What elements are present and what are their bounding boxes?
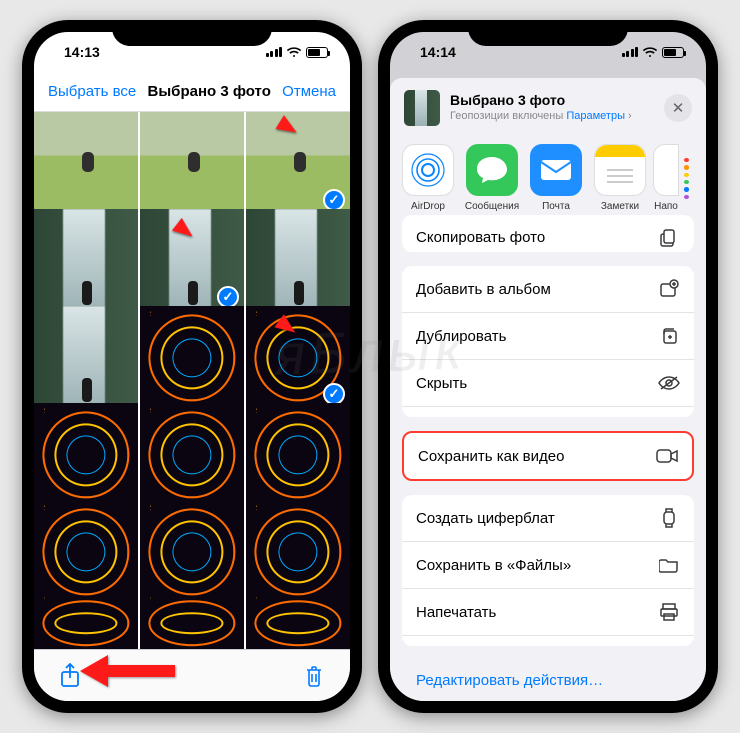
- duplicate-icon: [658, 325, 680, 347]
- app-label: Заметки: [601, 201, 639, 212]
- notch: [468, 20, 628, 46]
- messages-icon: [466, 144, 518, 196]
- select-all-button[interactable]: Выбрать все: [48, 83, 136, 100]
- photo-thumbnail[interactable]: [34, 112, 138, 216]
- wifi-icon: [642, 46, 658, 58]
- photo-thumbnail[interactable]: ✓: [140, 209, 244, 313]
- photo-thumbnail[interactable]: [34, 209, 138, 313]
- sheet-subtitle: Геопозиции включены Параметры ›: [450, 110, 654, 124]
- sheet-header: Выбрано 3 фото Геопозиции включены Парам…: [390, 78, 706, 138]
- app-label: Почта: [542, 201, 570, 212]
- photo-thumbnail[interactable]: [246, 403, 350, 507]
- action-copy-photo[interactable]: Скопировать фото: [402, 215, 694, 252]
- phone-left: 14:13 Выбрать все Выбрано 3 фото Отмена …: [22, 20, 362, 713]
- status-icons: [266, 46, 329, 58]
- action-hide[interactable]: Скрыть: [402, 360, 694, 407]
- phones-container: 14:13 Выбрать все Выбрано 3 фото Отмена …: [0, 0, 740, 733]
- screen-share: 14:14 Выбрано 3 фото Геопозиции включены…: [390, 32, 706, 701]
- pointer-arrow-icon: [140, 209, 198, 243]
- airdrop-icon: [402, 144, 454, 196]
- status-time: 14:14: [420, 44, 456, 60]
- photo-thumbnail[interactable]: [34, 597, 138, 649]
- action-group: Создать циферблат Сохранить в «Файлы» На…: [402, 495, 694, 646]
- pointer-arrow-icon: [246, 112, 301, 139]
- status-icons: [622, 46, 685, 58]
- app-notes[interactable]: Заметки: [588, 144, 652, 199]
- photo-thumbnail[interactable]: [140, 500, 244, 604]
- app-mail[interactable]: Почта: [524, 144, 588, 199]
- folder-icon: [658, 554, 680, 576]
- nav-title: Выбрано 3 фото: [148, 83, 271, 100]
- edit-actions-link[interactable]: Редактировать действия…: [390, 660, 706, 701]
- photo-thumbnail[interactable]: [246, 597, 350, 649]
- action-group: Добавить в альбом Дублировать Скрыть: [402, 266, 694, 417]
- nav-bar: Выбрать все Выбрано 3 фото Отмена: [34, 72, 350, 112]
- share-button[interactable]: [58, 664, 82, 688]
- copy-icon: [658, 227, 680, 249]
- app-label: Напо: [654, 201, 678, 212]
- battery-icon: [662, 47, 684, 58]
- cancel-button[interactable]: Отмена: [282, 83, 336, 100]
- photo-thumbnail[interactable]: [34, 306, 138, 410]
- action-save-as-video[interactable]: Сохранить как видео: [404, 433, 692, 479]
- screen-photos: 14:13 Выбрать все Выбрано 3 фото Отмена …: [34, 32, 350, 701]
- close-button[interactable]: ✕: [664, 94, 692, 122]
- battery-icon: [306, 47, 328, 58]
- photo-thumbnail[interactable]: [34, 403, 138, 507]
- sheet-title: Выбрано 3 фото: [450, 92, 654, 110]
- action-import-vsco[interactable]: Import to VSCO: [402, 636, 694, 646]
- photo-thumbnail[interactable]: [34, 500, 138, 604]
- photo-thumbnail[interactable]: [140, 306, 244, 410]
- photo-grid: ✓ ✓ ✓: [34, 112, 350, 649]
- selection-check-icon: ✓: [217, 286, 239, 308]
- app-label: Сообщения: [465, 201, 519, 212]
- share-apps-row[interactable]: AirDrop Сообщения Почта: [390, 138, 706, 215]
- status-time: 14:13: [64, 44, 100, 60]
- action-duplicate[interactable]: Дублировать: [402, 313, 694, 360]
- photo-thumbnail[interactable]: [140, 403, 244, 507]
- action-save-to-files[interactable]: Сохранить в «Файлы»: [402, 542, 694, 589]
- video-icon: [656, 445, 678, 467]
- highlighted-action: Сохранить как видео: [402, 431, 694, 481]
- pointer-arrow-icon: [80, 655, 175, 687]
- action-slideshow[interactable]: Слайд-шоу: [402, 407, 694, 417]
- photo-thumbnail[interactable]: [246, 209, 350, 313]
- app-label: AirDrop: [411, 201, 445, 212]
- share-sheet: Выбрано 3 фото Геопозиции включены Парам…: [390, 78, 706, 701]
- app-airdrop[interactable]: AirDrop: [396, 144, 460, 199]
- photo-thumbnail[interactable]: [246, 500, 350, 604]
- action-print[interactable]: Напечатать: [402, 589, 694, 636]
- mail-icon: [530, 144, 582, 196]
- app-more[interactable]: Напо: [652, 144, 680, 199]
- photo-thumbnail[interactable]: ✓: [246, 112, 350, 216]
- page-dots: [680, 144, 692, 199]
- notes-icon: [594, 144, 646, 196]
- action-group: Скопировать фото: [402, 215, 694, 252]
- header-thumbnail: [404, 90, 440, 126]
- more-icon: [653, 144, 679, 196]
- action-create-watchface[interactable]: Создать циферблат: [402, 495, 694, 542]
- watch-icon: [658, 507, 680, 529]
- photo-thumbnail[interactable]: [140, 597, 244, 649]
- wifi-icon: [286, 46, 302, 58]
- signal-icon: [266, 47, 283, 57]
- hide-icon: [658, 372, 680, 394]
- app-messages[interactable]: Сообщения: [460, 144, 524, 199]
- selection-check-icon: ✓: [323, 383, 345, 405]
- print-icon: [658, 601, 680, 623]
- selection-check-icon: ✓: [323, 189, 345, 211]
- album-add-icon: [658, 278, 680, 300]
- pointer-arrow-icon: [246, 306, 300, 339]
- notch: [112, 20, 272, 46]
- trash-button[interactable]: [302, 664, 326, 688]
- signal-icon: [622, 47, 639, 57]
- photo-thumbnail[interactable]: [140, 112, 244, 216]
- action-add-to-album[interactable]: Добавить в альбом: [402, 266, 694, 313]
- phone-right: 14:14 Выбрано 3 фото Геопозиции включены…: [378, 20, 718, 713]
- params-link[interactable]: Параметры: [566, 110, 625, 122]
- photo-thumbnail[interactable]: ✓: [246, 306, 350, 410]
